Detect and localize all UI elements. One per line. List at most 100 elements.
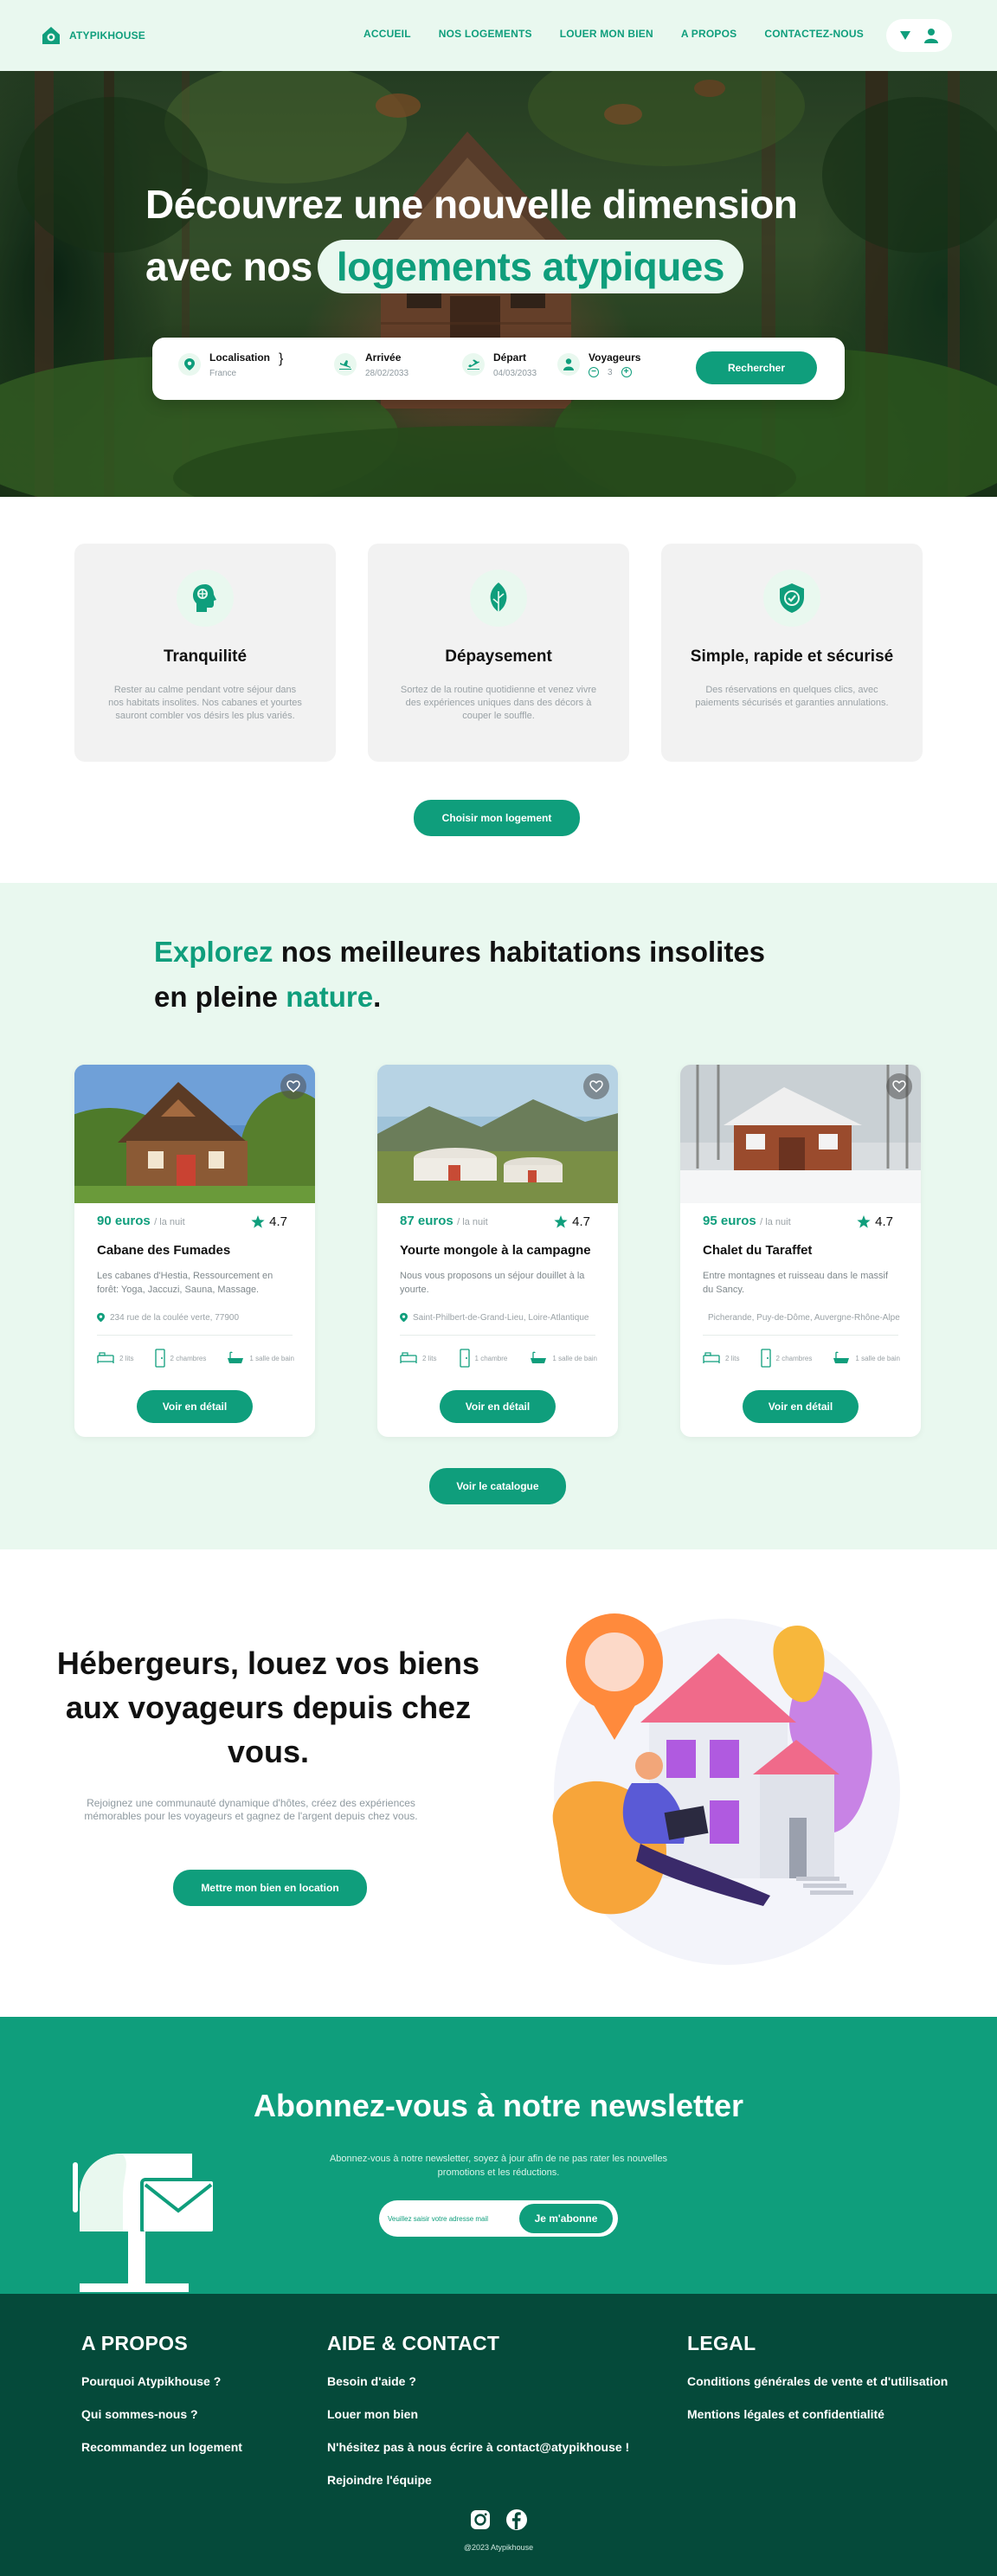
amenity-beds: 2 lits: [97, 1352, 133, 1364]
footer-col-about: A PROPOS Pourquoi Atypikhouse ? Qui somm…: [81, 2332, 242, 2473]
feature-card: Simple, rapide et sécurisé Des réservati…: [661, 544, 923, 762]
listings-section: Explorez nos meilleures habitations inso…: [0, 883, 997, 1549]
nav-link-contact[interactable]: CONTACTEZ-NOUS: [764, 28, 864, 40]
listing-price: 95 euros: [703, 1214, 756, 1228]
search-arrival-label: Arrivée: [365, 351, 402, 364]
nav-link-logements[interactable]: NOS LOGEMENTS: [439, 28, 532, 40]
travelers-minus-button[interactable]: −: [589, 367, 599, 377]
newsletter-form: Je m'abonne: [379, 2200, 618, 2237]
view-detail-button[interactable]: Voir en détail: [137, 1390, 253, 1423]
rating: 4.7: [554, 1214, 590, 1229]
hosts-section: Hébergeurs, louez vos biens aux voyageur…: [0, 1549, 997, 2017]
hero-title-highlight: logements atypiques: [317, 240, 743, 293]
bed-icon: [400, 1352, 417, 1363]
divider: [97, 1335, 293, 1336]
footer-link[interactable]: Rejoindre l'équipe: [327, 2473, 629, 2487]
amenity-baths: 1 salle de bain: [833, 1351, 900, 1365]
amenity-baths-text: 1 salle de bain: [552, 1354, 597, 1362]
hero-title-prefix: avec nos: [145, 244, 312, 289]
footer-link[interactable]: Besoin d'aide ?: [327, 2374, 629, 2388]
amenity-baths: 1 salle de bain: [530, 1351, 597, 1365]
rating-value: 4.7: [572, 1214, 590, 1229]
listing-name: Chalet du Taraffet: [703, 1243, 813, 1258]
instagram-icon[interactable]: [469, 2508, 492, 2531]
star-icon: [554, 1214, 568, 1228]
footer-link[interactable]: Conditions générales de vente et d'utili…: [687, 2374, 948, 2388]
feature-desc: Des réservations en quelques clics, avec…: [695, 685, 889, 708]
nav-link-louer[interactable]: LOUER MON BIEN: [560, 28, 653, 40]
amenity-baths-text: 1 salle de bain: [855, 1354, 900, 1362]
travelers-plus-button[interactable]: +: [621, 367, 632, 377]
door-icon: [459, 1349, 470, 1368]
newsletter-section: Abonnez-vous à notre newsletter Abonnez-…: [0, 2017, 997, 2294]
amenity-rooms-text: 2 chambres: [775, 1354, 813, 1362]
rating: 4.7: [251, 1214, 287, 1229]
nav-link-apropos[interactable]: A PROPOS: [681, 28, 737, 40]
divider: [400, 1335, 595, 1336]
listing-card: 90 euros / la nuit 4.7 Cabane des Fumade…: [74, 1065, 315, 1437]
social-links: [469, 2508, 528, 2531]
facebook-icon[interactable]: [505, 2508, 528, 2531]
footer-link[interactable]: Recommandez un logement: [81, 2440, 242, 2454]
list-property-button[interactable]: Mettre mon bien en location: [173, 1870, 367, 1906]
hosts-title: Hébergeurs, louez vos biens aux voyageur…: [56, 1645, 480, 1769]
bathtub-icon: [228, 1351, 244, 1363]
amenity-beds-text: 2 lits: [119, 1354, 134, 1362]
view-detail-button[interactable]: Voir en détail: [440, 1390, 556, 1423]
amenities: 2 lits 2 chambres 1 salle de bain: [97, 1349, 294, 1368]
listings-title-nature: nature: [286, 981, 374, 1013]
heart-icon: [286, 1080, 300, 1092]
listing-desc: Entre montagnes et ruisseau dans le mass…: [703, 1271, 889, 1295]
bathtub-icon: [531, 1351, 547, 1363]
search-travelers-label: Voyageurs: [589, 351, 641, 364]
favorite-button[interactable]: [886, 1073, 912, 1099]
amenities: 2 lits 1 chambre 1 salle de bain: [400, 1349, 597, 1368]
search-button[interactable]: Rechercher: [696, 351, 817, 384]
newsletter-email-input[interactable]: [384, 2204, 514, 2233]
footer-link[interactable]: Mentions légales et confidentialité: [687, 2407, 948, 2421]
search-location-field[interactable]: Localisation France }: [178, 351, 283, 378]
nav-links: ACCUEIL NOS LOGEMENTS LOUER MON BIEN A P…: [363, 28, 864, 40]
logo[interactable]: ATYPIKHOUSE: [40, 24, 145, 47]
footer-link[interactable]: Pourquoi Atypikhouse ?: [81, 2374, 242, 2388]
listings-title: Explorez nos meilleures habitations inso…: [154, 930, 765, 1020]
amenity-beds-text: 2 lits: [422, 1354, 437, 1362]
favorite-button[interactable]: [280, 1073, 306, 1099]
listing-photo-chalet[interactable]: [680, 1065, 921, 1203]
price-row: 90 euros / la nuit 4.7: [97, 1214, 287, 1229]
listing-desc: Les cabanes d'Hestia, Ressourcement en f…: [97, 1271, 273, 1295]
footer-link[interactable]: N'hésitez pas à nous écrire à contact@at…: [327, 2440, 629, 2454]
footer-link[interactable]: Qui sommes-nous ?: [81, 2407, 242, 2421]
amenity-beds-text: 2 lits: [725, 1354, 740, 1362]
search-arrival-field[interactable]: Arrivée 28/02/2033: [334, 351, 408, 378]
user-icon: [924, 29, 938, 43]
user-menu-button[interactable]: [886, 19, 952, 52]
feature-desc: Sortez de la routine quotidienne et vene…: [400, 685, 597, 721]
hero-title-line-1: Découvrez une nouvelle dimension: [145, 182, 798, 227]
view-detail-button[interactable]: Voir en détail: [743, 1390, 859, 1423]
listing-photo-yurt[interactable]: [377, 1065, 618, 1203]
heart-icon: [589, 1080, 603, 1092]
rating-value: 4.7: [875, 1214, 893, 1229]
view-catalog-button[interactable]: Voir le catalogue: [429, 1468, 566, 1504]
listing-address: 234 rue de la coulée verte, 77900: [97, 1312, 294, 1323]
favorite-button[interactable]: [583, 1073, 609, 1099]
footer-title-help: AIDE & CONTACT: [327, 2332, 500, 2354]
listing-photo-cabin[interactable]: [74, 1065, 315, 1203]
nav-link-accueil[interactable]: ACCUEIL: [363, 28, 411, 40]
hero-section: Découvrez une nouvelle dimension avec no…: [0, 71, 997, 497]
listing-address: Picherande, Puy-de-Dôme, Auvergne-Rhône-…: [703, 1312, 900, 1323]
choose-accommodation-button[interactable]: Choisir mon logement: [414, 800, 580, 836]
listing-price: 87 euros: [400, 1214, 453, 1228]
listing-card: 87 euros / la nuit 4.7 Yourte mongole à …: [377, 1065, 618, 1437]
heart-icon: [892, 1080, 906, 1092]
listing-name: Yourte mongole à la campagne: [400, 1243, 591, 1258]
footer-title-about: A PROPOS: [81, 2332, 188, 2354]
search-departure-field[interactable]: Départ 04/03/2033: [462, 351, 537, 378]
footer-col-help: AIDE & CONTACT Besoin d'aide ? Louer mon…: [327, 2332, 629, 2506]
footer-link[interactable]: Louer mon bien: [327, 2407, 629, 2421]
listings-title-dot: .: [373, 981, 382, 1013]
host-illustration: [552, 1613, 900, 1965]
mailbox-icon: [73, 2154, 216, 2292]
subscribe-button[interactable]: Je m'abonne: [519, 2204, 613, 2233]
